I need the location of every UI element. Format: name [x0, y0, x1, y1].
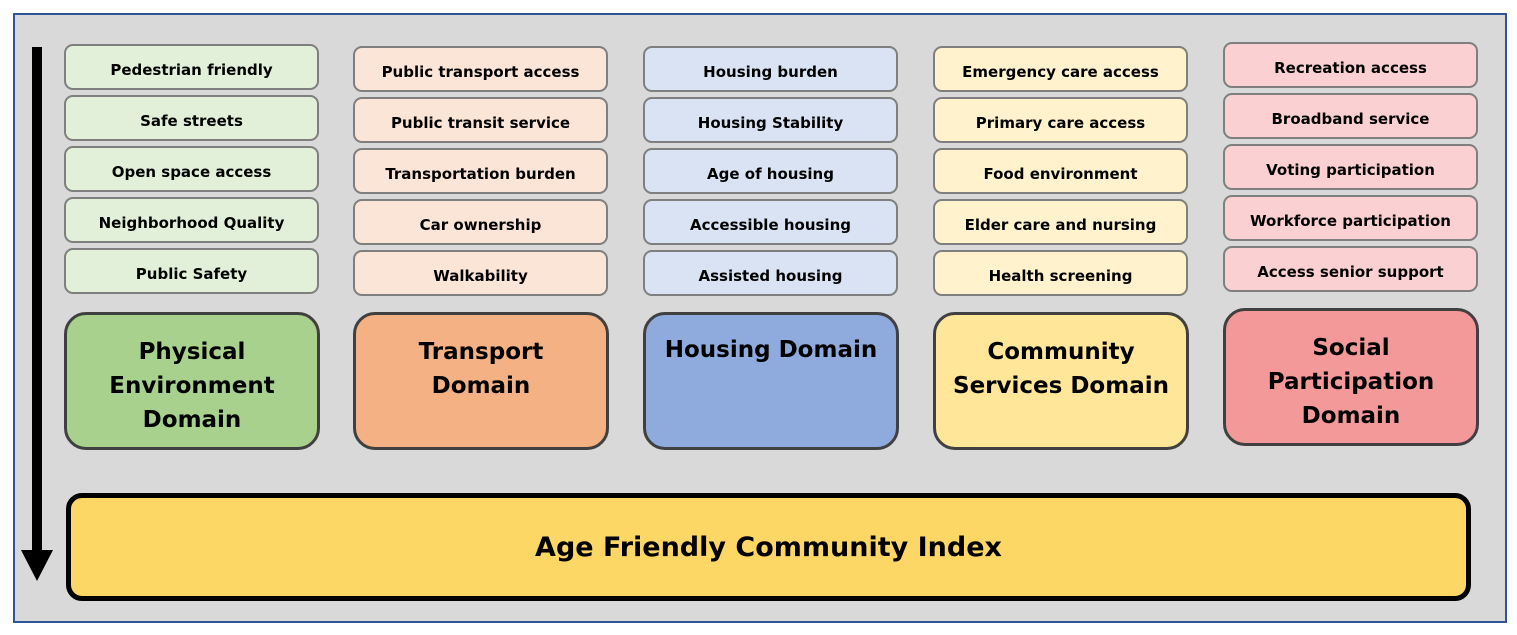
indicator-box: Food environment — [933, 148, 1188, 194]
indicator-box: Assisted housing — [643, 250, 898, 296]
indicator-box: Car ownership — [353, 199, 608, 245]
indicator-box: Pedestrian friendly — [64, 44, 319, 90]
indicator-box: Housing burden — [643, 46, 898, 92]
indicator-box: Emergency care access — [933, 46, 1188, 92]
indicator-box: Elder care and nursing — [933, 199, 1188, 245]
indicator-box: Accessible housing — [643, 199, 898, 245]
indicator-column: Housing burden Housing Stability Age of ho… — [643, 46, 898, 301]
indicator-box: Safe streets — [64, 95, 319, 141]
indicator-box: Recreation access — [1223, 42, 1478, 88]
indicator-box: Public transport access — [353, 46, 608, 92]
indicator-column: Emergency care access Primary care access… — [933, 46, 1188, 301]
domain-box: Community Services Domain — [933, 312, 1189, 450]
indicator-box: Open space access — [64, 146, 319, 192]
indicator-box: Neighborhood Quality — [64, 197, 319, 243]
domain-box: Housing Domain — [643, 312, 899, 450]
indicator-box: Voting participation — [1223, 144, 1478, 190]
indicator-box: Transportation burden — [353, 148, 608, 194]
indicator-box: Public transit service — [353, 97, 608, 143]
age-friendly-index-box: Age Friendly Community Index — [66, 493, 1471, 601]
indicator-box: Workforce participation — [1223, 195, 1478, 241]
indicator-box: Housing Stability — [643, 97, 898, 143]
domain-box: Social Participation Domain — [1223, 308, 1479, 446]
domain-box: Transport Domain — [353, 312, 609, 450]
indicator-column: Pedestrian friendly Safe streets Open spac… — [64, 44, 319, 299]
indicator-box: Health screening — [933, 250, 1188, 296]
domain-box: Physical Environment Domain — [64, 312, 320, 450]
indicator-box: Access senior support — [1223, 246, 1478, 292]
indicator-box: Public Safety — [64, 248, 319, 294]
indicator-box: Walkability — [353, 250, 608, 296]
indicator-column: Public transport access Public transit se… — [353, 46, 608, 301]
indicator-box: Broadband service — [1223, 93, 1478, 139]
down-arrow-icon — [32, 47, 42, 552]
indicator-column: Recreation access Broadband service Voting… — [1223, 42, 1478, 297]
arrow-head-icon — [21, 550, 53, 581]
indicator-box: Age of housing — [643, 148, 898, 194]
indicator-box: Primary care access — [933, 97, 1188, 143]
